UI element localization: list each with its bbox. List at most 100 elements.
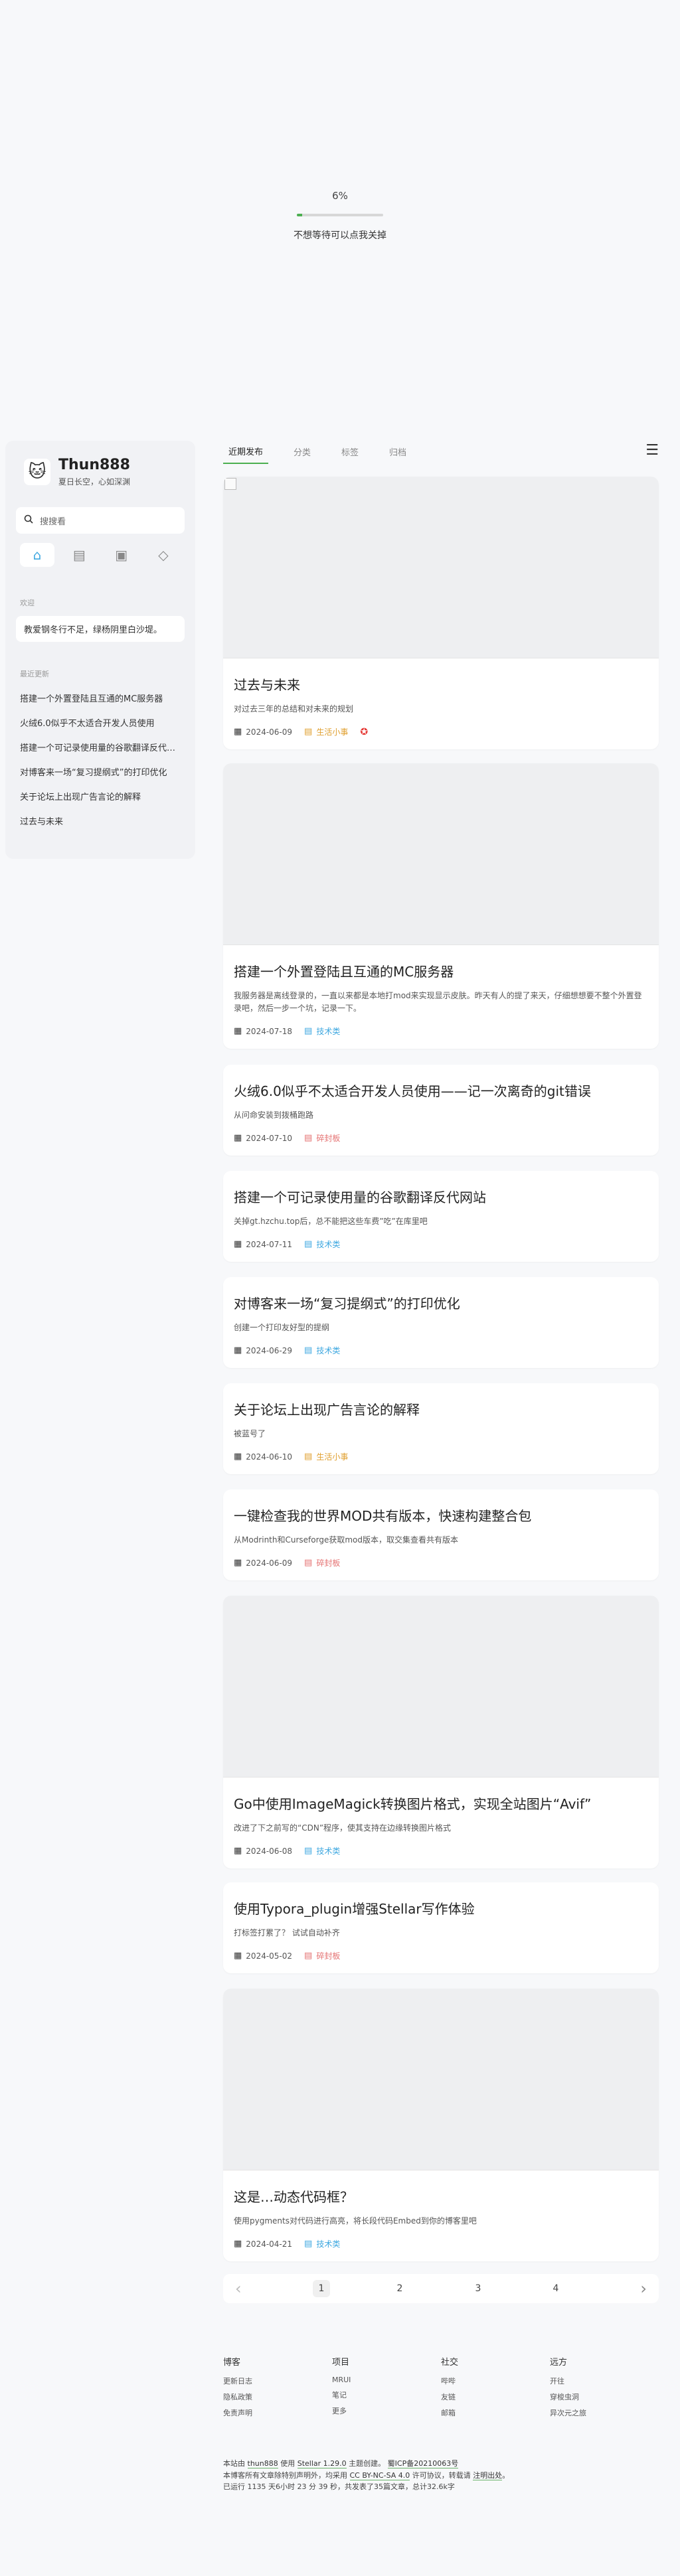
- post-excerpt: 使用pygments对代码进行高亮，将长段代码Embed到你的博客里吧: [234, 2216, 477, 2226]
- post-category[interactable]: ▤ 碎封板: [304, 1132, 340, 1144]
- footer-column-social: 社交 哔哔 友链 邮箱: [441, 2355, 550, 2423]
- post-category[interactable]: ▤ 碎封板: [304, 1557, 340, 1568]
- post-title[interactable]: Go中使用ImageMagick转换图片格式，实现全站图片“Avif”: [234, 1793, 648, 1813]
- notice-label: 欢迎: [20, 599, 35, 607]
- theme-link[interactable]: Stellar 1.29.0: [297, 2459, 347, 2468]
- attribution-link[interactable]: 注明出处: [473, 2470, 503, 2480]
- post-category[interactable]: ▤ 技术类: [304, 1345, 340, 1356]
- post-excerpt: 我服务器是离线登录的，一直以来都是本地打mod来实现显示皮肤。昨天有人的提了来天…: [234, 991, 642, 1014]
- pagination: ‹ 1 2 3 4 ›: [223, 2274, 659, 2303]
- footer-text: 本博客所有文章除特别声明外，均采用: [223, 2470, 347, 2480]
- page-3-button[interactable]: 3: [469, 2280, 487, 2297]
- post-title[interactable]: 一键检查我的世界MOD共有版本，快速构建整合包: [234, 1505, 648, 1525]
- post-card[interactable]: Go中使用ImageMagick转换图片格式，实现全站图片“Avif” 改进了下…: [223, 1596, 659, 1869]
- post-category[interactable]: ▤ 生活小事: [304, 726, 348, 737]
- list-toggle-icon[interactable]: ☰: [645, 442, 659, 459]
- post-card[interactable]: 这是…动态代码框？ 使用pygments对代码进行高亮，将长段代码Embed到你…: [223, 1989, 659, 2262]
- recent-item[interactable]: 对博客来一场“复习提纲式”的打印优化: [16, 759, 185, 784]
- loading-overlay[interactable]: 6% 不想等待可以点我关掉: [0, 0, 680, 425]
- page-1-button[interactable]: 1: [313, 2280, 330, 2297]
- footer-link[interactable]: 更新日志: [223, 2376, 332, 2386]
- footer-link[interactable]: 异次元之旅: [550, 2407, 659, 2418]
- post-card[interactable]: 一键检查我的世界MOD共有版本，快速构建整合包 从Modrinth和Cursef…: [223, 1489, 659, 1581]
- post-cover-image[interactable]: [223, 1989, 659, 2170]
- home-icon[interactable]: ⌂: [20, 543, 54, 567]
- post-cover-image[interactable]: [223, 1596, 659, 1778]
- post-card[interactable]: 关于论坛上出现广告言论的解释 被蓝号了 ▦ 2024-06-10 ▤ 生活小事: [223, 1383, 659, 1475]
- post-title[interactable]: 火绒6.0似乎不太适合开发人员使用——记一次离奇的git错误: [234, 1081, 648, 1100]
- folder-icon: ▤: [304, 1452, 313, 1462]
- calendar-icon: ▦: [234, 1452, 242, 1462]
- post-card[interactable]: 搭建一个外置登陆且互通的MC服务器 我服务器是离线登录的，一直以来都是本地打mo…: [223, 763, 659, 1049]
- gallery-icon[interactable]: ◇: [146, 543, 181, 567]
- site-logo-row[interactable]: 🐱 Thun888 夏日长空，心如深渊: [24, 457, 185, 487]
- tab-recent[interactable]: 近期发布: [223, 439, 269, 464]
- post-cover-image[interactable]: [223, 763, 659, 945]
- footer-link[interactable]: 免责声明: [223, 2407, 332, 2418]
- post-title[interactable]: 使用Typora_plugin增强Stellar写作体验: [234, 1898, 648, 1918]
- post-title[interactable]: 这是…动态代码框？: [234, 2186, 648, 2206]
- post-excerpt: 关掉gt.hzchu.top后，总不能把这些车费”吃”在库里吧: [234, 1217, 428, 1226]
- recent-item[interactable]: 关于论坛上出现广告言论的解释: [16, 784, 185, 808]
- post-card[interactable]: 火绒6.0似乎不太适合开发人员使用——记一次离奇的git错误 从问命安装到拨桶跑…: [223, 1065, 659, 1156]
- recent-item[interactable]: 过去与未来: [16, 808, 185, 833]
- post-title[interactable]: 搭建一个外置登陆且互通的MC服务器: [234, 961, 648, 980]
- post-title[interactable]: 过去与未来: [234, 674, 648, 694]
- post-category[interactable]: ▤ 技术类: [304, 2238, 340, 2249]
- recent-item[interactable]: 搭建一个可记录使用量的谷歌翻译反代网站: [16, 735, 185, 759]
- post-category[interactable]: ▤ 技术类: [304, 1025, 340, 1037]
- loading-close-hint[interactable]: 不想等待可以点我关掉: [294, 228, 386, 242]
- calendar-icon: ▦: [234, 1345, 242, 1356]
- license-link[interactable]: CC BY-NC-SA 4.0: [349, 2470, 410, 2480]
- footer-text: 主题创建。: [349, 2459, 386, 2468]
- post-category[interactable]: ▤ 生活小事: [304, 1451, 348, 1462]
- footer-link[interactable]: 更多: [332, 2405, 441, 2416]
- icp-link[interactable]: 蜀ICP备20210063号: [387, 2459, 459, 2468]
- footer-link[interactable]: 邮箱: [441, 2407, 550, 2418]
- post-category[interactable]: ▤ 技术类: [304, 1239, 340, 1250]
- footer-link[interactable]: 穿梭虫洞: [550, 2391, 659, 2402]
- post-card[interactable]: 搭建一个可记录使用量的谷歌翻译反代网站 关掉gt.hzchu.top后，总不能把…: [223, 1171, 659, 1262]
- recent-item[interactable]: 火绒6.0似乎不太适合开发人员使用: [16, 710, 185, 735]
- footer-link[interactable]: 开往: [550, 2376, 659, 2386]
- recent-list: 搭建一个外置登陆且互通的MC服务器 火绒6.0似乎不太适合开发人员使用 搭建一个…: [16, 686, 185, 833]
- post-title[interactable]: 关于论坛上出现广告言论的解释: [234, 1399, 648, 1418]
- post-category[interactable]: ▤ 技术类: [304, 1845, 340, 1856]
- footer-column-projects: 项目 MRUI 笔记 更多: [332, 2355, 441, 2423]
- page-2-button[interactable]: 2: [391, 2280, 408, 2297]
- post-title[interactable]: 搭建一个可记录使用量的谷歌翻译反代网站: [234, 1187, 648, 1206]
- footer-link[interactable]: 友链: [441, 2391, 550, 2402]
- avatar[interactable]: 🐱: [24, 459, 50, 485]
- prev-page-button[interactable]: ‹: [235, 2279, 242, 2298]
- search-input[interactable]: 搜搜看: [16, 507, 185, 534]
- recent-item[interactable]: 搭建一个外置登陆且互通的MC服务器: [16, 686, 185, 710]
- post-card[interactable]: 使用Typora_plugin增强Stellar写作体验 打标签打累了？ 试试自…: [223, 1882, 659, 1974]
- post-date: 2024-06-08: [246, 1846, 293, 1856]
- post-title[interactable]: 对博客来一场“复习提纲式”的打印优化: [234, 1293, 648, 1312]
- footer-link[interactable]: MRUI: [332, 2376, 441, 2384]
- tab-archive[interactable]: 归档: [384, 440, 412, 463]
- search-placeholder: 搜搜看: [40, 516, 66, 527]
- blog-icon[interactable]: ▤: [62, 543, 96, 567]
- footer-link[interactable]: 隐私政策: [223, 2391, 332, 2402]
- site-title[interactable]: Thun888: [58, 457, 130, 473]
- post-card[interactable]: 对博客来一场“复习提纲式”的打印优化 创建一个打印友好型的提纲 ▦ 2024-0…: [223, 1277, 659, 1369]
- post-card[interactable]: 过去与未来 对过去三年的总结和对未来的规划 ▦ 2024-06-09 ▤ 生活小事…: [223, 477, 659, 750]
- footer-link[interactable]: 笔记: [332, 2389, 441, 2400]
- post-cover-image[interactable]: [223, 477, 659, 658]
- tab-categories[interactable]: 分类: [288, 440, 316, 463]
- post-category[interactable]: ▤ 碎封板: [304, 1950, 340, 1961]
- footer-text: 。: [502, 2470, 510, 2480]
- page-4-button[interactable]: 4: [547, 2280, 564, 2297]
- footer-link[interactable]: 哔哔: [441, 2376, 550, 2386]
- folder-icon: ▤: [304, 1026, 313, 1037]
- post-date: 2024-05-02: [246, 1951, 293, 1961]
- author-link[interactable]: thun888: [247, 2459, 278, 2468]
- post-category-label: 技术类: [316, 1027, 341, 1037]
- post-excerpt: 改进了下之前写的“CDN”程序，使其支持在边缘转换图片格式: [234, 1823, 452, 1833]
- recent-label: 最近更新: [20, 670, 49, 678]
- tab-tags[interactable]: 标签: [336, 440, 364, 463]
- next-page-button[interactable]: ›: [640, 2279, 647, 2298]
- chat-icon[interactable]: ▣: [104, 543, 139, 567]
- footer: 博客 更新日志 隐私政策 免责声明 项目 MRUI 笔记 更多 社交 哔哔 友链…: [223, 2355, 659, 2493]
